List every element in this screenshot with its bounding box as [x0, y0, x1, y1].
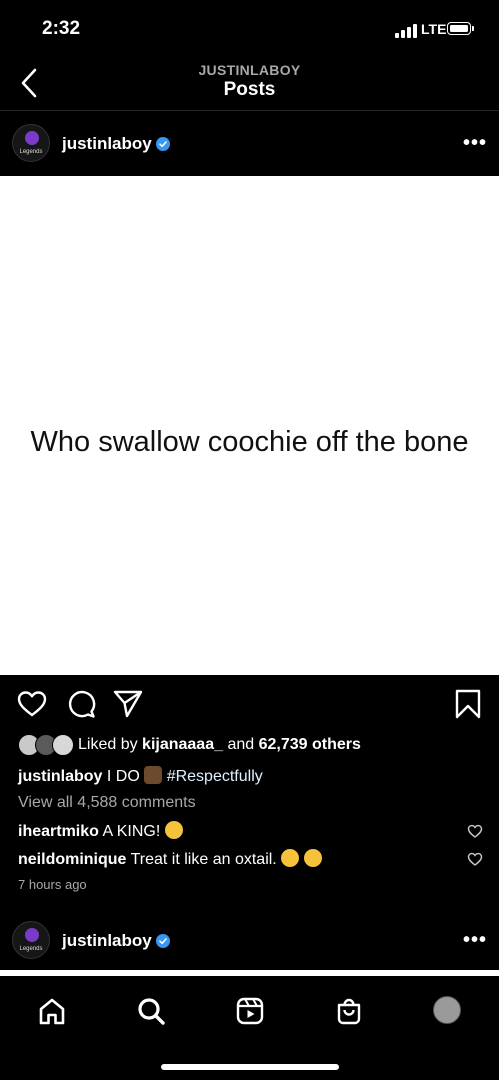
comment-row: neildominique Treat it like an oxtail.	[18, 849, 322, 869]
heart-eyes-emoji-icon	[164, 821, 183, 839]
caption-text: I DO	[106, 768, 140, 785]
verified-icon	[156, 934, 170, 948]
post-timestamp: 7 hours ago	[18, 877, 87, 892]
comment-like-icon[interactable]	[467, 851, 483, 867]
post-username[interactable]: justinlaboy	[62, 134, 152, 154]
next-post-avatar[interactable]: Legends	[12, 921, 50, 959]
share-icon[interactable]	[112, 688, 144, 720]
shop-icon[interactable]	[334, 996, 364, 1026]
post-avatar[interactable]: Legends	[12, 124, 50, 162]
comment-row: iheartmiko A KING!	[18, 821, 183, 841]
comment-icon[interactable]	[65, 688, 97, 720]
reels-icon[interactable]	[235, 996, 265, 1026]
post-image-text: Who swallow coochie off the bone	[30, 426, 469, 458]
next-post-username[interactable]: justinlaboy	[62, 931, 152, 951]
home-indicator	[161, 1064, 339, 1070]
network-label: LTE	[421, 21, 447, 37]
battery-icon	[447, 22, 474, 35]
search-icon[interactable]	[136, 996, 166, 1026]
header-divider	[0, 110, 499, 111]
more-icon[interactable]: •••	[463, 132, 487, 155]
verified-icon	[156, 137, 170, 151]
comment-username[interactable]: iheartmiko	[18, 823, 99, 840]
smiling-emoji-icon	[281, 849, 300, 867]
comment-username[interactable]: neildominique	[18, 851, 126, 868]
caption: justinlaboy I DO #Respectfully	[18, 766, 263, 786]
liked-by-user[interactable]: kijanaaaa_	[142, 736, 223, 753]
tongue-emoji-icon	[303, 849, 322, 867]
caption-username[interactable]: justinlaboy	[18, 768, 102, 785]
comment-text: A KING!	[102, 823, 161, 840]
bookmark-icon[interactable]	[452, 688, 484, 720]
person-raising-hand-emoji-icon	[144, 766, 163, 784]
page-title: Posts	[223, 79, 276, 100]
status-time: 2:32	[42, 18, 81, 39]
liked-by-and: and	[227, 736, 255, 753]
likers-avatars[interactable]	[18, 734, 74, 756]
signal-icon	[395, 24, 417, 38]
comment-like-icon[interactable]	[467, 823, 483, 839]
view-all-comments[interactable]: View all 4,588 comments	[18, 794, 196, 812]
likes-count[interactable]: 62,739 others	[259, 736, 361, 753]
more-icon[interactable]: •••	[463, 929, 487, 952]
heart-icon[interactable]	[16, 688, 48, 720]
profile-tab-avatar[interactable]	[433, 996, 461, 1024]
caption-hashtag[interactable]: #Respectfully	[167, 768, 263, 785]
header-account: JUSTINLABOY	[198, 62, 301, 78]
likes-summary[interactable]: Liked by kijanaaaa_ and 62,739 others	[78, 736, 361, 754]
comment-text: Treat it like an oxtail.	[130, 851, 277, 868]
home-icon[interactable]	[37, 996, 67, 1026]
liked-by-prefix: Liked by	[78, 736, 138, 753]
